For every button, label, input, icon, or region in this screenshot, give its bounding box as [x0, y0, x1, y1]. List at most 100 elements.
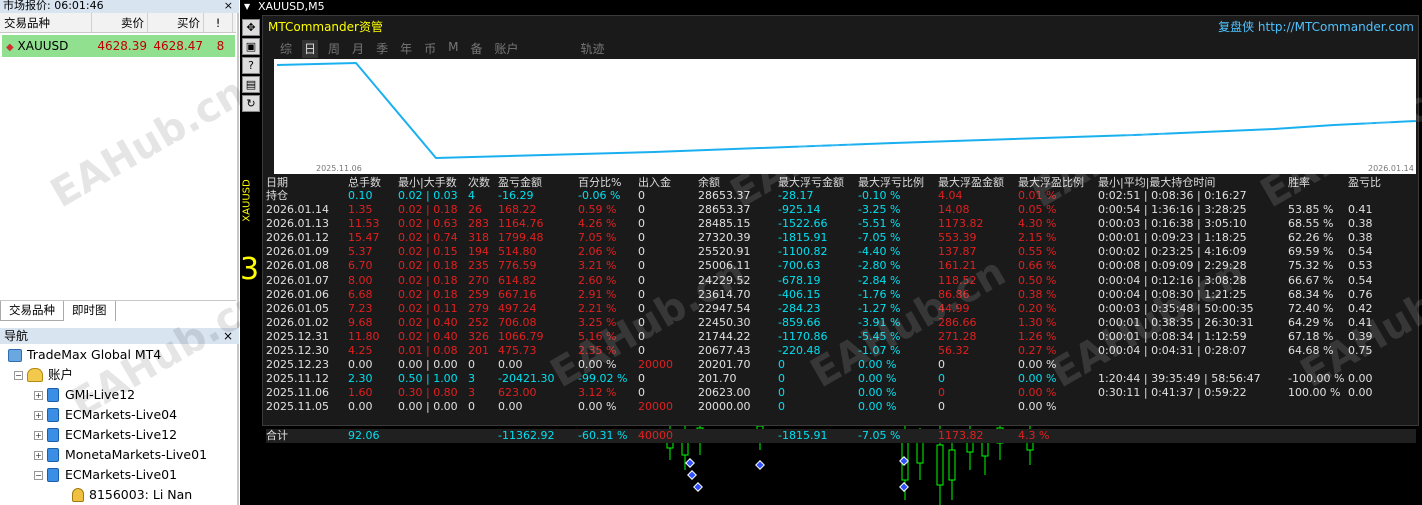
- table-cell: 201.70: [698, 372, 737, 386]
- table-cell: 0.38 %: [1018, 287, 1057, 301]
- table-cell: -2.84 %: [858, 273, 901, 287]
- table-cell: 8.00: [348, 273, 373, 287]
- tool-button[interactable]: ▣: [242, 38, 260, 55]
- diamond-up-icon: ◆: [6, 42, 14, 53]
- table-cell: 3.21 %: [578, 259, 617, 273]
- column-header: 最小|平均|最大持仓时间: [1098, 176, 1216, 189]
- panel-toolbox: ✥ ▣ ? ▤ ↻: [242, 17, 262, 132]
- holding-cell: -16.29: [498, 189, 534, 202]
- tab-summary[interactable]: 综: [278, 40, 294, 58]
- table-cell: 0.00 %: [1018, 400, 1057, 414]
- tab-tick-chart[interactable]: 即时图: [64, 301, 116, 321]
- chart-window[interactable]: ▼ XAUUSD,M5 ✥ ▣ ? ▤ ↻ 3 XAUUSD MTCommand…: [240, 0, 1422, 505]
- bid-cell: 4628.39: [97, 39, 147, 53]
- tab-currency[interactable]: 币: [422, 40, 438, 58]
- column-header: 最大浮亏比例: [858, 176, 924, 189]
- refresh-icon[interactable]: ↻: [242, 95, 260, 112]
- col-spread-header[interactable]: !: [204, 13, 233, 32]
- table-cell: -700.63: [778, 259, 821, 273]
- table-cell: -3.25 %: [858, 203, 901, 216]
- col-bid-header[interactable]: 卖价: [92, 13, 148, 32]
- user-label: 8156003: Li Nan: [89, 487, 193, 502]
- holding-cell: 4.04: [938, 189, 963, 202]
- expand-icon[interactable]: +: [34, 430, 43, 440]
- table-cell: 0.38: [1348, 231, 1373, 245]
- tab-month[interactable]: 月: [350, 40, 366, 58]
- expand-icon[interactable]: +: [34, 410, 43, 420]
- tab-day[interactable]: 日: [302, 40, 319, 58]
- table-cell: 72.40 %: [1288, 301, 1334, 315]
- col-ask-header[interactable]: 买价: [148, 13, 204, 32]
- panel-title: MTCommander资管: [268, 20, 383, 34]
- equity-x-end-label: 2026.01.14: [1368, 164, 1414, 173]
- column-header: 余额: [698, 176, 720, 189]
- panel-link[interactable]: 复盘侠 http://MTCommander.com: [1218, 18, 1414, 35]
- tab-symbols[interactable]: 交易品种: [0, 301, 64, 321]
- table-cell: 26: [468, 203, 482, 216]
- account-icon: [47, 468, 59, 482]
- tab-account[interactable]: 账户: [492, 40, 520, 58]
- table-cell: 0.02 | 0.15: [398, 245, 458, 259]
- trade-markers: [685, 456, 909, 492]
- tree-user[interactable]: 8156003: Li Nan: [72, 485, 192, 505]
- table-cell: 7.23: [348, 301, 373, 315]
- table-cell: 0:00:01 | 0:09:23 | 1:18:25: [1098, 231, 1247, 245]
- table-cell: 271.28: [938, 329, 977, 343]
- col-symbol-header[interactable]: 交易品种: [0, 13, 92, 32]
- table-cell: 0: [468, 400, 475, 414]
- table-cell: 0.50 | 1.00: [398, 372, 458, 386]
- column-header: 盈亏比: [1348, 176, 1381, 189]
- table-cell: 2.15 %: [1018, 231, 1057, 245]
- tree-account[interactable]: + ECMarkets-Live12: [34, 425, 177, 445]
- tree-account[interactable]: − ECMarkets-Live01: [34, 465, 177, 485]
- spread-cell: 8: [216, 39, 225, 53]
- table-cell: 0: [638, 372, 645, 386]
- table-cell: -2.80 %: [858, 259, 901, 273]
- account-icon: [47, 448, 59, 462]
- table-cell: 1066.79: [498, 329, 544, 343]
- table-cell: 62.26 %: [1288, 231, 1334, 245]
- move-icon[interactable]: ✥: [242, 19, 260, 36]
- table-row: 2025.11.05 0.00 0.00 | 0.00 0 0.00 0.00 % 2000…: [266, 400, 1416, 414]
- tab-week[interactable]: 周: [326, 40, 342, 58]
- table-cell: 6.68: [348, 287, 373, 301]
- table-cell: 20000.00: [698, 400, 751, 414]
- expand-icon[interactable]: +: [34, 450, 43, 460]
- account-label: MonetaMarkets-Live01: [65, 447, 208, 462]
- tab-year[interactable]: 年: [398, 40, 414, 58]
- tab-magic[interactable]: M: [446, 40, 460, 58]
- table-cell: 0: [638, 203, 645, 216]
- collapse-icon[interactable]: −: [14, 370, 23, 380]
- ask-cell: 4628.47: [153, 39, 203, 53]
- table-cell: 2026.01.07: [266, 273, 329, 287]
- table-cell: 21744.22: [698, 329, 751, 343]
- table-cell: 194: [468, 245, 489, 259]
- table-cell: 0: [938, 400, 945, 414]
- table-cell: 283: [468, 217, 489, 231]
- navigator-title-text: 导航: [4, 329, 29, 343]
- tab-track[interactable]: 轨迹: [579, 40, 607, 58]
- table-cell: 0.55 %: [1018, 245, 1057, 259]
- collapse-icon[interactable]: −: [34, 470, 43, 480]
- table-cell: 326: [468, 329, 489, 343]
- chart-menu-icon[interactable]: ▼: [244, 0, 250, 13]
- side-symbol-label: XAUUSD: [241, 179, 253, 222]
- tree-accounts-group[interactable]: − 账户: [14, 365, 73, 385]
- table-cell: 2025.12.31: [266, 329, 329, 343]
- tool-button[interactable]: ▤: [242, 76, 260, 93]
- table-cell: 0: [778, 358, 785, 372]
- expand-icon[interactable]: +: [34, 390, 43, 400]
- table-row: 2026.01.02 9.68 0.02 | 0.40 252 706.08 3.25 %…: [266, 316, 1416, 330]
- help-icon[interactable]: ?: [242, 57, 260, 74]
- table-cell: 776.59: [498, 259, 537, 273]
- market-watch-close-button[interactable]: ×: [224, 0, 233, 12]
- tab-note[interactable]: 备: [468, 40, 484, 58]
- market-watch-row-xauusd[interactable]: ◆ XAUUSD 4628.39 4628.47 8: [2, 35, 235, 57]
- accounts-icon: [27, 368, 43, 382]
- table-cell: 3: [468, 386, 475, 400]
- table-cell: 0.00 %: [1018, 386, 1057, 400]
- tree-account[interactable]: + MonetaMarkets-Live01: [34, 445, 207, 465]
- tab-quarter[interactable]: 季: [374, 40, 390, 58]
- table-cell: -1100.82: [778, 245, 828, 259]
- table-cell: 0:30:11 | 0:41:37 | 0:59:22: [1098, 386, 1247, 400]
